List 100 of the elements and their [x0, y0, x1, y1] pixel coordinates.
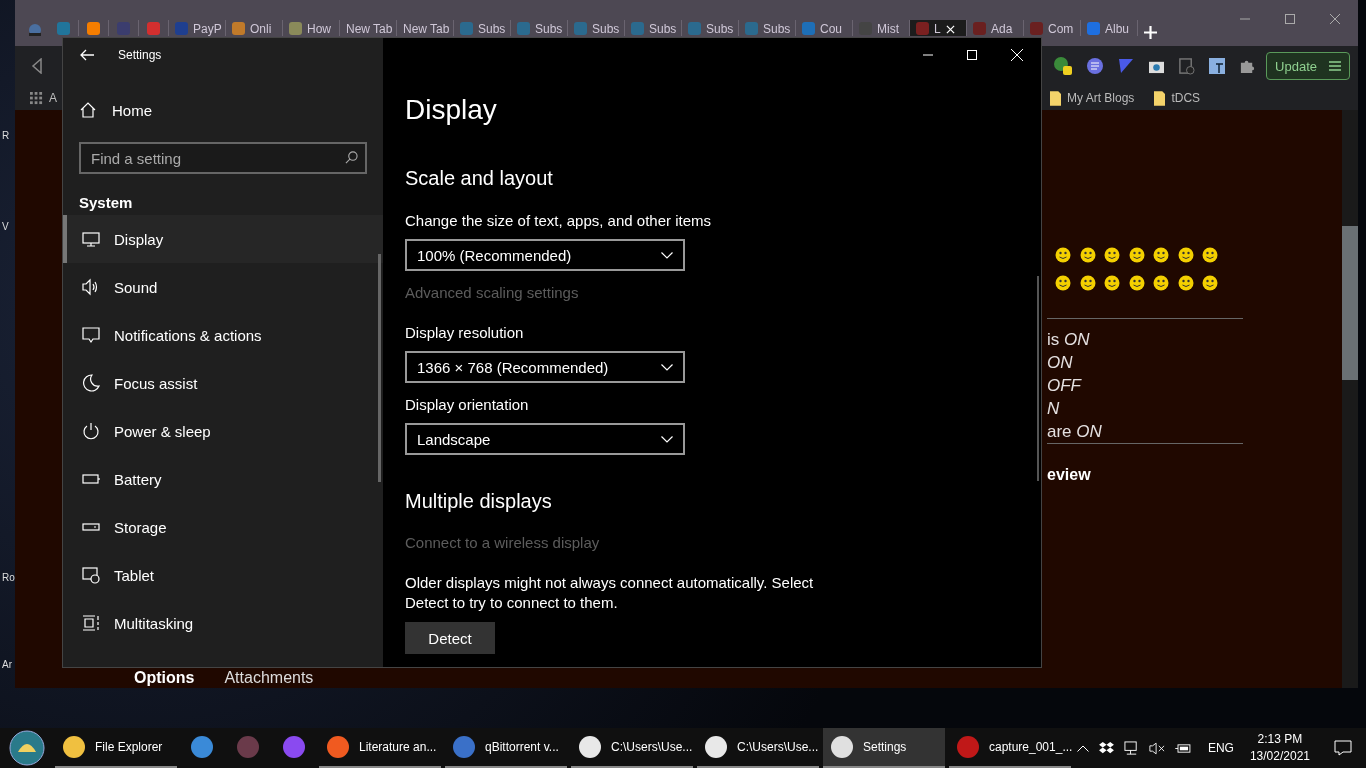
menu-icon: [1329, 61, 1341, 71]
nav-item[interactable]: Power & sleep: [63, 407, 383, 455]
taskbar-button[interactable]: Settings: [823, 728, 945, 768]
browser-tab[interactable]: New Tab: [340, 20, 397, 36]
browser-tab[interactable]: Subs: [682, 20, 739, 36]
start-icon[interactable]: [9, 730, 45, 766]
desktop-icon-label: Ro: [2, 572, 15, 584]
browser-tab[interactable]: Subs: [739, 20, 796, 36]
emoji-icon[interactable]: [1202, 275, 1218, 291]
browser-tab[interactable]: Mist: [853, 20, 910, 36]
search-field[interactable]: Find a setting: [79, 142, 367, 174]
tablet-icon: [82, 566, 100, 584]
apps-grid-icon: [30, 91, 43, 105]
emoji-icon[interactable]: [1128, 247, 1145, 263]
browser-tab[interactable]: Onli: [226, 20, 283, 36]
section-heading: eview: [1047, 465, 1091, 485]
page-title: Display: [405, 93, 497, 127]
chevron-up-icon[interactable]: [1076, 744, 1089, 752]
browser-tab[interactable]: Subs: [511, 20, 568, 36]
browser-tab[interactable]: Subs: [625, 20, 682, 36]
update-button[interactable]: Update: [1266, 52, 1350, 80]
browser-tab[interactable]: New Tab: [397, 20, 454, 36]
clock-date[interactable]: 13/02/2021: [1249, 748, 1310, 765]
language-indicator[interactable]: ENG: [1207, 741, 1234, 755]
taskbar-button[interactable]: File Explorer: [55, 728, 177, 768]
emoji-icon[interactable]: [1055, 247, 1071, 263]
nav-item[interactable]: Focus assist: [63, 359, 383, 407]
scrollbar[interactable]: [1342, 110, 1358, 688]
group-heading: Scale and layout: [405, 166, 553, 191]
dropdown[interactable]: 100% (Recommended): [405, 239, 685, 271]
list-icon[interactable]: [1086, 57, 1105, 75]
page-tab[interactable]: Options: [134, 668, 195, 688]
browser-tab[interactable]: Albu: [1081, 20, 1138, 36]
nav-item[interactable]: Sound: [63, 263, 383, 311]
dropbox-icon[interactable]: [1098, 741, 1114, 755]
emoji-icon[interactable]: [1153, 247, 1169, 263]
emoji-icon[interactable]: [1104, 275, 1120, 291]
emoji-icon[interactable]: [1128, 275, 1145, 291]
moon-icon: [82, 374, 100, 392]
status-line: are ON: [1047, 421, 1102, 443]
nav-item[interactable]: Display: [63, 215, 383, 263]
field-label: Display resolution: [405, 323, 524, 343]
nav-item[interactable]: Storage: [63, 503, 383, 551]
home-icon: [80, 102, 96, 118]
clock-time[interactable]: 2:13 PM: [1257, 731, 1303, 748]
bookmark-folder[interactable]: My Art Blogs: [1050, 90, 1135, 106]
emoji-icon[interactable]: [1079, 275, 1096, 291]
status-line: ON: [1047, 352, 1073, 374]
browser-tab[interactable]: Cou: [796, 20, 853, 36]
taskbar-button[interactable]: C:\Users\Use...: [697, 728, 819, 768]
nav-item[interactable]: Multitasking: [63, 599, 383, 647]
browser-tab[interactable]: How: [283, 20, 340, 36]
browser-tab[interactable]: Subs: [454, 20, 511, 36]
nav-item[interactable]: Notifications & actions: [63, 311, 383, 359]
field-label: Display orientation: [405, 395, 529, 415]
speech-bubble-icon: [82, 326, 100, 344]
emoji-icon[interactable]: [1104, 247, 1120, 263]
power-icon: [82, 422, 100, 440]
folder-icon: [1154, 90, 1166, 106]
text-image-icon[interactable]: [1208, 57, 1227, 75]
chevron-down-icon: [661, 363, 673, 371]
status-line: OFF: [1047, 375, 1081, 397]
taskbar-button[interactable]: capture_001_...: [949, 728, 1071, 768]
bookmark-folder[interactable]: tDCS: [1154, 90, 1201, 106]
monitor-icon: [82, 230, 100, 248]
emoji-icon[interactable]: [1177, 247, 1194, 263]
nav-item[interactable]: Battery: [63, 455, 383, 503]
notification-icon[interactable]: [1334, 740, 1352, 756]
page-tab[interactable]: Attachments: [224, 668, 314, 688]
emoji-icon[interactable]: [1079, 247, 1096, 263]
windows-icon: [82, 614, 100, 632]
desktop-icon-label: Ar: [2, 659, 12, 671]
browser-tab[interactable]: L: [910, 20, 967, 36]
browser-tab[interactable]: Subs: [568, 20, 625, 36]
home-nav-item[interactable]: Home: [63, 90, 383, 130]
emoji-icon[interactable]: [1202, 247, 1218, 263]
muted-speaker-icon[interactable]: [1148, 741, 1165, 755]
battery-icon[interactable]: [1174, 742, 1192, 754]
detect-button[interactable]: Detect: [405, 622, 495, 654]
dropdown[interactable]: Landscape: [405, 423, 685, 455]
desktop-icon-label: R: [2, 130, 10, 142]
bookmark[interactable]: A: [30, 91, 57, 105]
taskbar-button[interactable]: qBittorrent v...: [445, 728, 567, 768]
network-icon[interactable]: [1123, 740, 1139, 756]
document-icon[interactable]: [1178, 57, 1196, 75]
taskbar-button[interactable]: C:\Users\Use...: [571, 728, 693, 768]
nav-item[interactable]: Tablet: [63, 551, 383, 599]
close-tab-icon[interactable]: [945, 25, 955, 34]
emoji-icon[interactable]: [1055, 275, 1071, 291]
field-label: Change the size of text, apps, and other items: [405, 211, 711, 231]
browser-tab[interactable]: Ada: [967, 20, 1024, 36]
emoji-icon[interactable]: [1177, 275, 1194, 291]
speaker-icon: [82, 278, 100, 296]
browser-tab[interactable]: Com: [1024, 20, 1081, 36]
browser-tab[interactable]: PayP: [169, 20, 226, 36]
emoji-icon[interactable]: [1153, 275, 1169, 291]
dropdown[interactable]: 1366 × 768 (Recommended): [405, 351, 685, 383]
taskbar-button[interactable]: Literature an...: [319, 728, 441, 768]
description-text: Older displays might not always connect automatically. Select Detect to try to connect to them.: [405, 573, 815, 613]
new-tab-icon[interactable]: [1144, 26, 1157, 39]
